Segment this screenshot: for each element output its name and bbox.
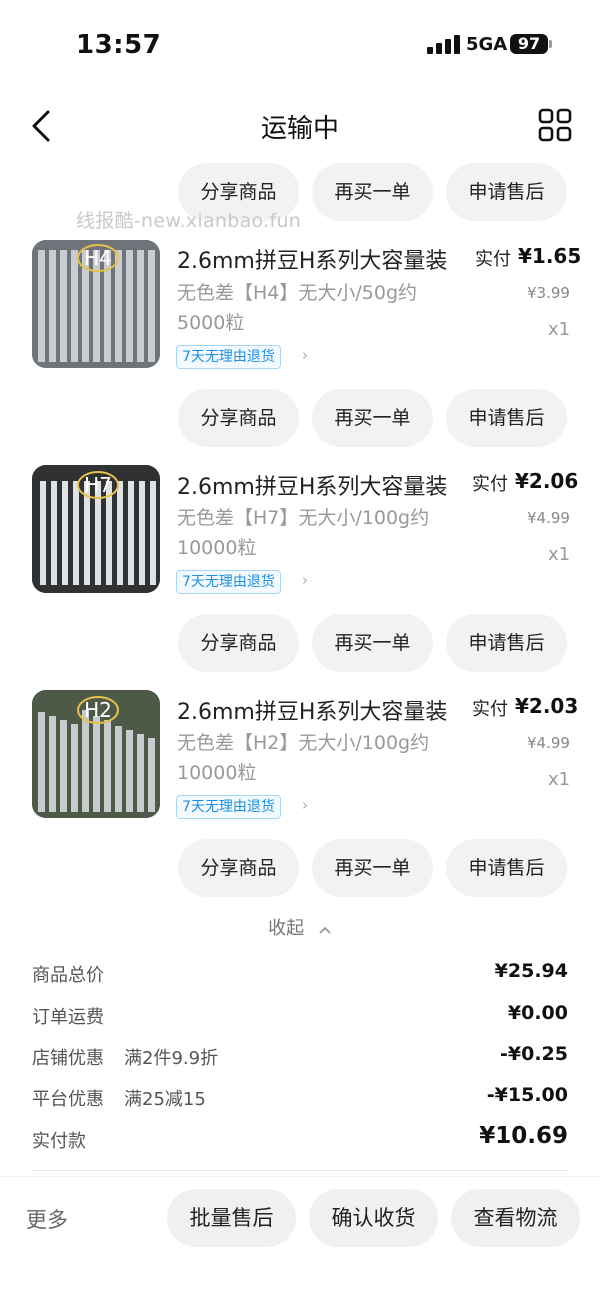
shop-discount-desc: 满2件9.9折 [124,1048,219,1069]
paid-amount: ¥1.65 [518,244,582,268]
share-button[interactable]: 分享商品 [178,839,299,897]
goods-total-value: ¥25.94 [494,960,568,982]
watermark: 线报酷-new.xianbao.fun [76,210,302,232]
shop-discount-label: 店铺优惠 [32,1048,104,1069]
product-thumbnail[interactable]: H4 [32,240,160,368]
grid-menu-icon[interactable] [538,108,572,142]
goods-total-label: 商品总价 [32,965,104,986]
battery-icon: 97 [510,34,548,54]
signal-icon [427,34,461,54]
paid-amount: ¥2.06 [515,469,579,493]
after-sale-button[interactable]: 申请售后 [446,839,567,897]
more-button[interactable]: 更多 [26,1204,68,1234]
chevron-up-icon [318,919,332,940]
status-time: 13:57 [76,30,162,60]
paid-total-label: 实付款 [32,1131,86,1152]
share-button[interactable]: 分享商品 [178,389,299,447]
page-title: 运输中 [260,114,339,144]
product-title[interactable]: 2.6mm拼豆H系列大容量装 [177,243,452,275]
quantity: x1 [548,544,571,565]
product-thumbnail[interactable]: H2 [32,690,160,818]
shop-discount-value: -¥0.25 [500,1043,568,1065]
rebuy-button[interactable]: 再买一单 [312,163,433,221]
share-button[interactable]: 分享商品 [178,614,299,672]
paid-label: 实付 [475,249,511,270]
thumb-label: H7 [84,473,112,497]
original-price: ¥3.99 [527,284,570,302]
after-sale-button[interactable]: 申请售后 [446,614,567,672]
shipping-value: ¥0.00 [507,1002,568,1024]
rebuy-button[interactable]: 再买一单 [312,839,433,897]
return-policy-tag[interactable]: 7天无理由退货 [176,345,281,369]
network-type: 5GA [466,34,508,55]
original-price: ¥4.99 [527,509,570,527]
product-thumbnail[interactable]: H7 [32,465,160,593]
chevron-right-icon[interactable]: › [302,796,308,814]
return-policy-tag[interactable]: 7天无理由退货 [176,570,281,594]
paid-total-value: ¥10.69 [479,1123,568,1149]
platform-discount-value: -¥15.00 [486,1084,568,1106]
battery-tip [549,40,552,48]
platform-discount-desc: 满25减15 [124,1089,206,1110]
thumb-label: H2 [84,698,112,722]
rebuy-button[interactable]: 再买一单 [312,614,433,672]
collapse-label: 收起 [268,918,305,939]
return-policy-tag[interactable]: 7天无理由退货 [176,795,281,819]
chevron-right-icon[interactable]: › [302,346,308,364]
rebuy-button[interactable]: 再买一单 [312,389,433,447]
thumb-label: H4 [84,246,112,270]
paid-amount: ¥2.03 [515,694,579,718]
product-spec: 无色差【H7】无大小/100g约10000粒 [177,507,430,559]
view-logistics-button[interactable]: 查看物流 [451,1189,580,1247]
collapse-toggle[interactable]: 收起 [0,914,600,940]
back-chevron-icon[interactable] [28,108,58,144]
after-sale-button[interactable]: 申请售后 [446,163,567,221]
original-price: ¥4.99 [527,734,570,752]
paid-label: 实付 [472,474,508,495]
after-sale-button[interactable]: 申请售后 [446,389,567,447]
product-title[interactable]: 2.6mm拼豆H系列大容量装 [177,469,452,501]
chevron-right-icon[interactable]: › [302,571,308,589]
product-title[interactable]: 2.6mm拼豆H系列大容量装 [177,694,452,726]
paid-label: 实付 [472,699,508,720]
confirm-receipt-button[interactable]: 确认收货 [309,1189,438,1247]
product-spec: 无色差【H4】无大小/50g约5000粒 [177,282,418,334]
product-spec: 无色差【H2】无大小/100g约10000粒 [177,732,430,784]
shipping-label: 订单运费 [32,1007,104,1028]
divider [32,1170,568,1171]
quantity: x1 [548,319,571,340]
batch-after-sale-button[interactable]: 批量售后 [167,1189,296,1247]
platform-discount-label: 平台优惠 [32,1089,104,1110]
quantity: x1 [548,769,571,790]
